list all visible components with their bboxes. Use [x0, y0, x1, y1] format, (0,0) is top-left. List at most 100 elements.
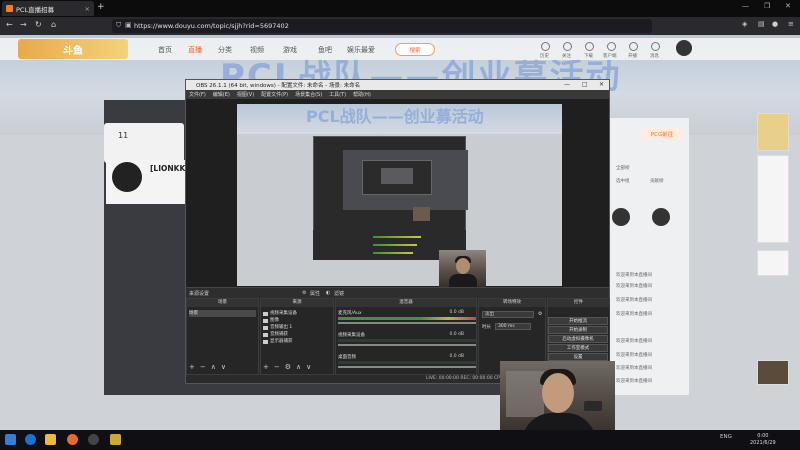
sources-header: 来源: [261, 299, 333, 307]
obs-maximize-icon[interactable]: □: [582, 81, 588, 88]
broadcast-icon[interactable]: [629, 42, 638, 51]
client-icon[interactable]: [607, 42, 616, 51]
obs-menu-edit[interactable]: 编辑(E): [213, 91, 230, 98]
obs-minimize-icon[interactable]: —: [564, 81, 570, 88]
browser-tab-bar: PCL直播招募 × + — ❐ ✕: [0, 0, 800, 17]
rank-tab[interactable]: 全部榜: [616, 165, 630, 171]
filters-button[interactable]: 滤镜: [334, 290, 344, 297]
properties-icon[interactable]: ⚙: [302, 290, 306, 296]
remove-scene-icon[interactable]: −: [200, 363, 206, 371]
library-icon[interactable]: ▤: [758, 20, 765, 28]
volume-slider[interactable]: [338, 322, 476, 324]
virtual-camera-button[interactable]: 启动虚拟摄像机: [548, 335, 608, 343]
nav-ent[interactable]: 娱乐最爱: [347, 45, 375, 55]
nav-home[interactable]: 首页: [158, 45, 172, 55]
start-streaming-button[interactable]: 开始推流: [548, 317, 608, 325]
firefox-icon[interactable]: [67, 434, 78, 445]
rank-avatar[interactable]: [652, 208, 670, 226]
anchor-avatar[interactable]: [112, 162, 142, 192]
obs-menu-profile[interactable]: 配置文件(P): [261, 91, 288, 98]
source-item[interactable]: 音频捕获: [263, 331, 331, 338]
move-down-icon[interactable]: ∨: [221, 363, 226, 371]
input-language[interactable]: ENG: [720, 434, 732, 440]
source-item[interactable]: 音频输出 1: [263, 324, 331, 331]
filters-icon[interactable]: ◐: [326, 290, 330, 296]
obs-menu-scene-collection[interactable]: 场景集合(S): [295, 91, 322, 98]
browser-tab[interactable]: PCL直播招募 ×: [2, 1, 94, 16]
download-icon[interactable]: [585, 42, 594, 51]
new-tab-button[interactable]: +: [97, 2, 105, 12]
shield-icon[interactable]: ⛉: [116, 21, 121, 30]
message-icon[interactable]: [651, 42, 660, 51]
volume-meter: [338, 339, 476, 342]
side-badge[interactable]: [757, 360, 789, 385]
rank-tab-3[interactable]: 贡献榜: [650, 178, 664, 184]
douyu-logo[interactable]: 斗鱼: [18, 39, 128, 59]
preview-webcam-source[interactable]: [439, 250, 486, 288]
extension-icon[interactable]: ●: [772, 20, 778, 28]
lock-icon[interactable]: ▣: [125, 21, 132, 29]
tab-close-icon[interactable]: ×: [85, 5, 90, 13]
transition-settings-icon[interactable]: ⚙: [538, 311, 542, 317]
pocket-icon[interactable]: ◈: [742, 20, 747, 28]
add-source-icon[interactable]: +: [263, 363, 269, 371]
volume-slider[interactable]: [338, 366, 476, 368]
url-bar[interactable]: ⛉ ▣ https://www.douyu.com/topic/sjjh?rid…: [112, 19, 652, 33]
close-window-icon[interactable]: ✕: [785, 2, 791, 10]
browser-nav-bar: ← → ↻ ⌂ ⛉ ▣ https://www.douyu.com/topic/…: [0, 17, 800, 35]
event-badge[interactable]: [757, 113, 789, 151]
obs-menu-tools[interactable]: 工具(T): [329, 91, 346, 98]
reload-icon[interactable]: ↻: [35, 20, 42, 29]
minimize-icon[interactable]: —: [742, 2, 749, 10]
menu-icon[interactable]: ≡: [788, 20, 794, 28]
edge-icon[interactable]: [25, 434, 36, 445]
properties-button[interactable]: 属性: [310, 290, 320, 297]
source-item[interactable]: 显示器捕获: [263, 338, 331, 345]
remove-source-icon[interactable]: −: [274, 363, 280, 371]
rank-avatar[interactable]: [612, 208, 630, 226]
settings-button[interactable]: 设置: [548, 353, 608, 361]
app-icon[interactable]: [110, 434, 121, 445]
nav-game[interactable]: 游戏: [283, 45, 297, 55]
source-settings-icon[interactable]: ⚙: [285, 363, 291, 371]
windows-start-icon[interactable]: [5, 434, 16, 445]
nav-live[interactable]: 直播: [188, 45, 202, 55]
forward-icon[interactable]: →: [20, 20, 27, 29]
add-scene-icon[interactable]: +: [189, 363, 195, 371]
obs-menu-view[interactable]: 视图(V): [237, 91, 254, 98]
transition-select[interactable]: 淡出: [482, 311, 534, 318]
file-explorer-icon[interactable]: [45, 434, 56, 445]
nav-category[interactable]: 分类: [218, 45, 232, 55]
anchor-name[interactable]: [LIONKK: [150, 164, 185, 173]
obs-icon[interactable]: [88, 434, 99, 445]
maximize-icon[interactable]: ❐: [764, 2, 770, 10]
home-icon[interactable]: ⌂: [51, 20, 56, 29]
nav-video[interactable]: 视频: [250, 45, 264, 55]
move-down-icon[interactable]: ∨: [306, 363, 311, 371]
search-button[interactable]: 搜索: [395, 43, 435, 56]
scene-item[interactable]: 场景: [189, 310, 256, 317]
nav-yuba[interactable]: 鱼吧: [318, 45, 332, 55]
studio-mode-button[interactable]: 工作室模式: [548, 344, 608, 352]
user-avatar[interactable]: [676, 40, 692, 56]
history-icon[interactable]: [541, 42, 550, 51]
obs-close-icon[interactable]: ✕: [599, 81, 604, 88]
microphone: [584, 401, 602, 411]
side-promo-card[interactable]: [757, 250, 789, 276]
follow-icon[interactable]: [563, 42, 572, 51]
back-icon[interactable]: ←: [6, 20, 13, 29]
start-recording-button[interactable]: 开始录制: [548, 326, 608, 334]
obs-menu-help[interactable]: 帮助(H): [353, 91, 371, 98]
system-clock[interactable]: 0:00 2021/6/29: [750, 433, 776, 447]
side-promo-card[interactable]: [757, 155, 789, 243]
douyu-favicon-icon: [6, 5, 13, 12]
obs-menu-file[interactable]: 文件(F): [189, 91, 206, 98]
source-item[interactable]: 视频采集设备: [263, 310, 331, 317]
source-item[interactable]: 图像: [263, 317, 331, 324]
duration-input[interactable]: 300 ms: [495, 323, 531, 330]
move-up-icon[interactable]: ∧: [211, 363, 216, 371]
rank-tab-2[interactable]: 选中组: [616, 178, 630, 184]
pcg-button[interactable]: PCG前往: [640, 128, 684, 139]
move-up-icon[interactable]: ∧: [296, 363, 301, 371]
volume-slider[interactable]: [338, 344, 476, 346]
